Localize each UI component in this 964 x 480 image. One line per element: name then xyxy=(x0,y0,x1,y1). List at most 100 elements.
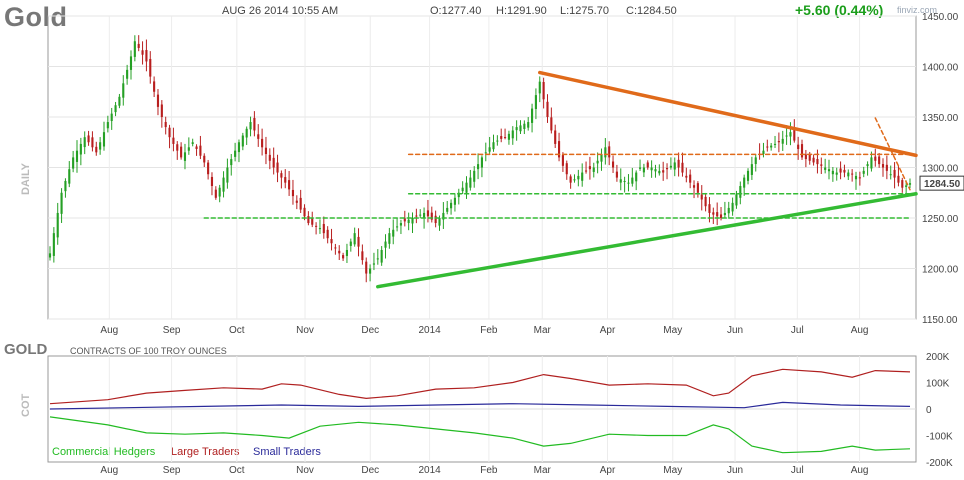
candle-body xyxy=(546,101,549,117)
candle-body xyxy=(793,130,796,141)
candle-body xyxy=(153,81,156,92)
candle-body xyxy=(689,174,692,183)
candle-body xyxy=(650,167,653,171)
candle-body xyxy=(48,253,52,258)
price-x-label: Aug xyxy=(851,325,869,336)
candle-body xyxy=(827,169,831,172)
cot-tick-label: -100K xyxy=(926,432,953,443)
candle-body xyxy=(322,223,325,234)
candle-body xyxy=(384,241,387,248)
candle-body xyxy=(199,145,202,156)
candle-body xyxy=(210,176,214,187)
candle-body xyxy=(538,81,541,94)
cot-x-label: Oct xyxy=(229,465,245,476)
candle-body xyxy=(257,134,260,139)
candle-body xyxy=(488,147,491,152)
candle-body xyxy=(469,177,472,188)
candle-body xyxy=(735,194,738,206)
candle-body xyxy=(52,233,55,256)
candle-body xyxy=(662,170,665,173)
candle-body xyxy=(426,210,430,217)
candle-body xyxy=(376,258,379,260)
candle-body xyxy=(500,136,503,139)
candle-body xyxy=(180,146,183,158)
candle-body xyxy=(808,154,811,161)
candle-body xyxy=(901,180,904,188)
candle-body xyxy=(388,233,391,244)
candle-body xyxy=(908,183,912,185)
candle-body xyxy=(642,167,645,173)
candle-body xyxy=(203,155,206,163)
candle-body xyxy=(137,43,140,48)
candle-body xyxy=(492,142,495,150)
candle-body xyxy=(673,162,676,170)
candle-body xyxy=(326,229,329,239)
candle-body xyxy=(785,135,788,137)
candle-body xyxy=(739,186,742,198)
candle-body xyxy=(95,146,98,153)
cot-x-label: Aug xyxy=(100,465,118,476)
price-x-label: Jul xyxy=(791,325,804,336)
candle-body xyxy=(635,172,638,182)
candle-body xyxy=(604,147,607,158)
candle-body xyxy=(118,96,121,106)
candle-body xyxy=(415,215,418,217)
candle-body xyxy=(816,158,819,165)
last-price-label: 1284.50 xyxy=(924,179,961,190)
candle-body xyxy=(291,189,295,197)
candle-body xyxy=(411,218,414,224)
candle-body xyxy=(372,263,376,265)
cot-tick-label: 200K xyxy=(926,352,950,363)
candle-body xyxy=(299,197,302,210)
candle-body xyxy=(773,143,777,145)
candle-body xyxy=(762,150,765,155)
candle-body xyxy=(870,157,873,169)
price-x-label: Feb xyxy=(480,325,498,336)
candle-body xyxy=(627,182,630,184)
candle-body xyxy=(253,117,256,131)
candle-body xyxy=(438,218,441,226)
cot-x-label: Mar xyxy=(534,465,552,476)
candle-body xyxy=(365,261,368,274)
candle-body xyxy=(561,155,564,166)
price-x-label: Mar xyxy=(534,325,552,336)
candle-body xyxy=(878,156,881,165)
candle-body xyxy=(681,162,684,173)
candle-body xyxy=(638,167,642,169)
candle-body xyxy=(866,164,869,167)
candle-body xyxy=(858,177,861,179)
candle-body xyxy=(284,177,287,183)
candle-body xyxy=(812,157,815,163)
candle-body xyxy=(91,137,94,148)
candle-body xyxy=(885,164,888,171)
candle-body xyxy=(723,212,726,216)
price-x-label: May xyxy=(663,325,682,336)
candle-body xyxy=(461,187,464,192)
cot-tick-label: 0 xyxy=(926,405,932,416)
candle-body xyxy=(64,180,67,192)
candle-body xyxy=(897,175,900,183)
candle-body xyxy=(600,154,603,162)
candle-body xyxy=(272,157,275,168)
price-tick-label: 1400.00 xyxy=(922,63,959,74)
candle-body xyxy=(403,218,406,222)
candle-body xyxy=(504,137,507,139)
candle-body xyxy=(187,147,190,151)
price-x-label: Jun xyxy=(727,325,743,336)
candle-body xyxy=(669,165,672,168)
candle-body xyxy=(176,144,179,151)
candle-body xyxy=(72,157,75,169)
candle-body xyxy=(164,121,167,128)
candle-body xyxy=(129,56,133,70)
candle-body xyxy=(407,219,410,224)
candle-body xyxy=(623,180,626,182)
candle-body xyxy=(276,162,279,173)
price-tick-label: 1300.00 xyxy=(922,164,959,175)
price-tick-label: 1450.00 xyxy=(922,12,959,23)
candle-body xyxy=(615,171,618,178)
candle-body xyxy=(831,170,834,175)
candle-body xyxy=(534,95,537,109)
cot-tick-label: -200K xyxy=(926,458,953,469)
candle-body xyxy=(781,138,784,144)
candle-body xyxy=(596,160,599,164)
